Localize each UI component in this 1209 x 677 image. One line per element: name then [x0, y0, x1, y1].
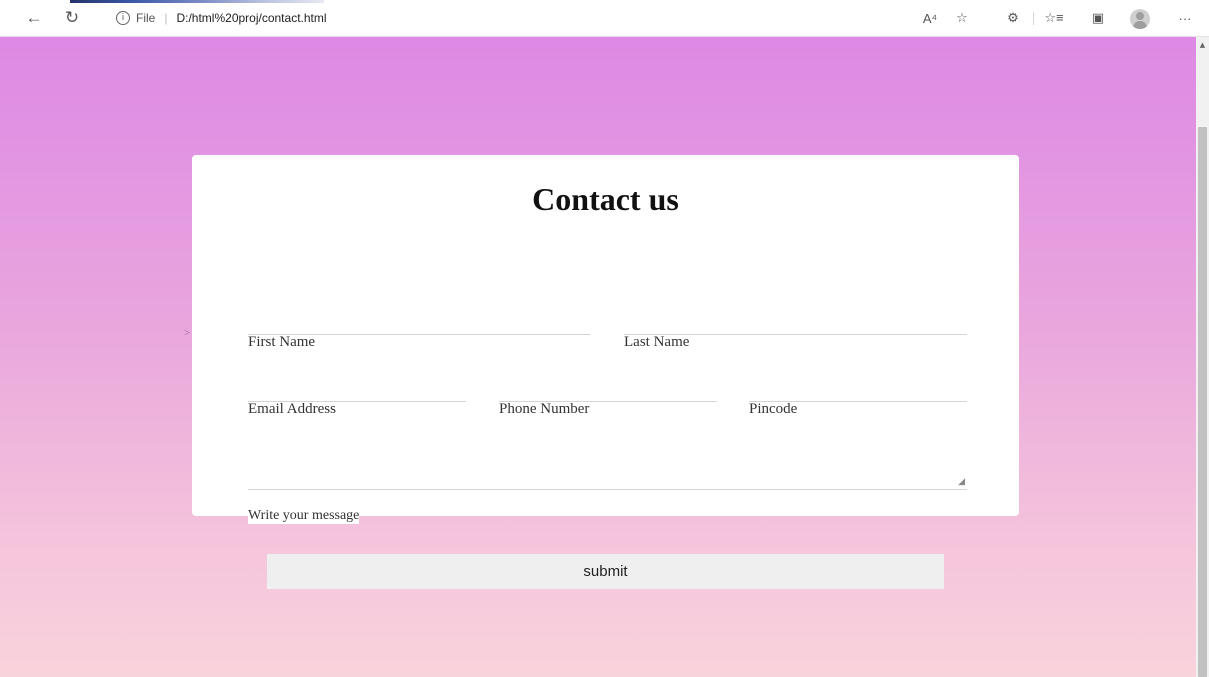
email-field: Email Address — [248, 377, 466, 421]
last-name-field: Last Name — [624, 310, 967, 354]
stray-text: > — [184, 327, 191, 339]
address-bar[interactable]: i File | D:/html%20proj/contact.html — [104, 5, 904, 31]
vertical-scrollbar[interactable]: ▲ — [1196, 37, 1209, 677]
first-name-label: First Name — [248, 334, 316, 350]
more-icon[interactable]: ··· — [1175, 8, 1195, 28]
profile-avatar[interactable] — [1130, 9, 1150, 29]
add-favorite-icon[interactable]: ☆ — [952, 8, 972, 28]
collections-icon[interactable]: ▣ — [1088, 8, 1108, 28]
message-field: ◢ — [248, 419, 967, 490]
pincode-label: Pincode — [749, 401, 798, 417]
url-text[interactable]: D:/html%20proj/contact.html — [176, 11, 326, 25]
last-name-label: Last Name — [624, 334, 690, 350]
message-label: Write your message — [248, 508, 360, 524]
url-scheme: File — [136, 11, 156, 25]
tab-thumbnail — [70, 0, 324, 3]
info-icon[interactable]: i — [116, 11, 130, 25]
phone-field: Phone Number — [499, 377, 717, 421]
url-separator: | — [164, 11, 168, 25]
first-name-input[interactable] — [248, 310, 590, 335]
submit-button[interactable]: submit — [267, 554, 944, 589]
email-label: Email Address — [248, 401, 336, 417]
scroll-up-icon[interactable]: ▲ — [1196, 37, 1209, 53]
refresh-icon[interactable]: ↻ — [60, 6, 84, 30]
last-name-input[interactable] — [624, 310, 967, 335]
pincode-field: Pincode — [749, 377, 967, 421]
browser-toolbar: ← ↻ i File | D:/html%20proj/contact.html… — [0, 0, 1209, 37]
contact-card: Contact us First Name Last Name Email Ad… — [192, 155, 1019, 516]
toolbar-divider — [1033, 12, 1034, 25]
phone-label: Phone Number — [499, 401, 590, 417]
message-textarea[interactable] — [248, 419, 967, 490]
read-aloud-icon[interactable]: A⁴ — [920, 8, 940, 28]
pincode-input[interactable] — [749, 377, 967, 402]
extensions-icon[interactable]: ⚙ — [1003, 8, 1023, 28]
page-title: Contact us — [532, 181, 679, 217]
first-name-field: First Name — [248, 310, 590, 354]
email-input[interactable] — [248, 377, 466, 402]
favorites-icon[interactable]: ☆≡ — [1044, 8, 1064, 28]
resize-grip-icon[interactable]: ◢ — [958, 477, 965, 487]
phone-input[interactable] — [499, 377, 717, 402]
page-viewport: > Contact us First Name Last Name Email … — [0, 37, 1196, 677]
scrollbar-thumb[interactable] — [1198, 127, 1207, 677]
back-icon[interactable]: ← — [22, 6, 46, 30]
